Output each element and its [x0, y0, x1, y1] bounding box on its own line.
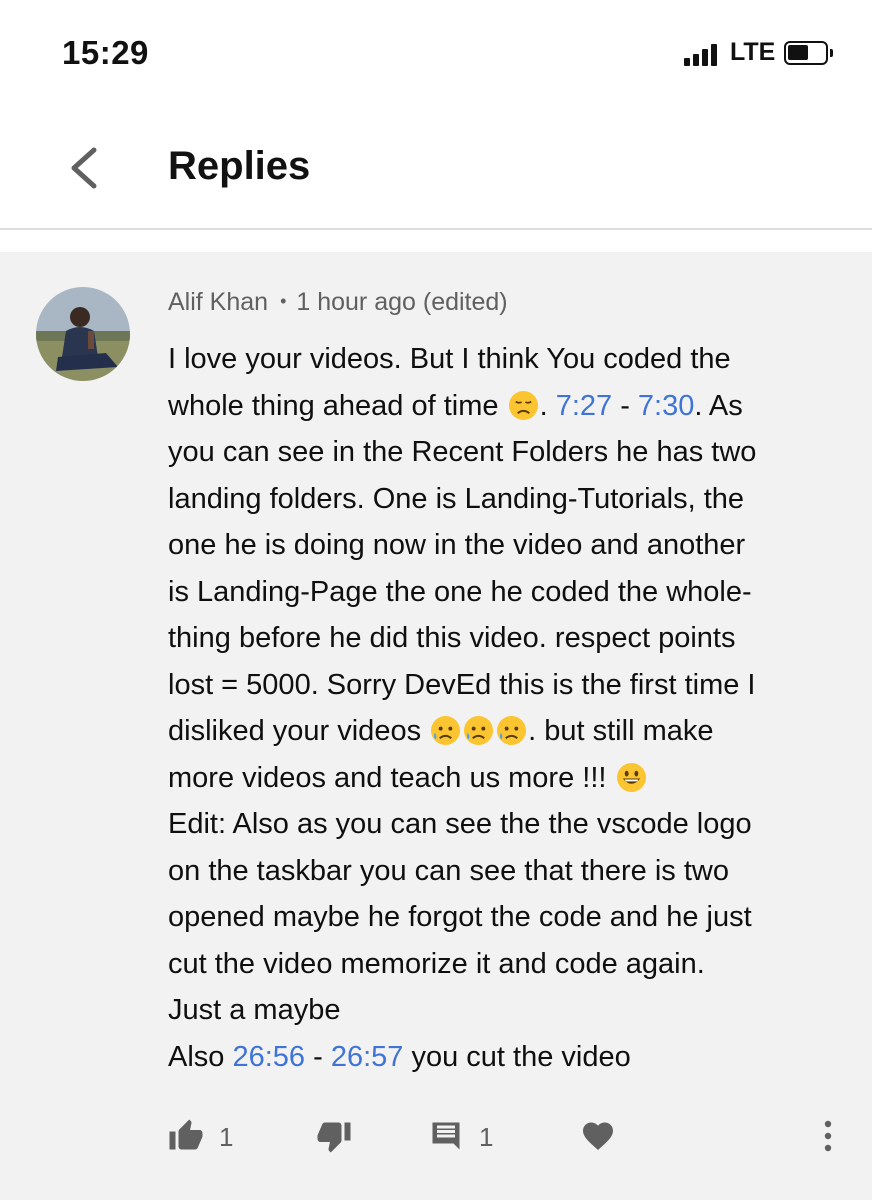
reply-count: 1	[479, 1122, 494, 1152]
more-options-button[interactable]	[814, 1118, 842, 1159]
comment-line: Edit: Also as you can see the the vscode…	[168, 808, 752, 840]
sad-sweat-face-icon	[431, 715, 461, 746]
network-type: LTE	[730, 38, 776, 66]
comment-age: 1 hour ago (edited)	[296, 288, 508, 316]
comment-actions: 1 1	[0, 1112, 872, 1162]
dislike-button[interactable]	[316, 1118, 352, 1159]
page-title: Replies	[168, 144, 311, 188]
timestamp-link[interactable]: 26:57	[331, 1041, 404, 1073]
like-count: 1	[219, 1122, 234, 1152]
status-time: 15:29	[62, 34, 149, 71]
comment-meta: Alif Khan • 1 hour ago (edited)	[168, 288, 508, 317]
timestamp-link[interactable]: 7:27	[556, 390, 612, 422]
comment-line: is Landing-Page the one he coded the who…	[168, 575, 752, 608]
comment-line: cut the video memorize it and code again…	[168, 947, 705, 980]
avatar[interactable]	[36, 287, 130, 381]
back-chevron-icon	[71, 147, 97, 189]
status-bar: 15:29 LTE	[0, 0, 872, 110]
comment-line: opened maybe he forgot the code and he j…	[168, 901, 752, 933]
thumbs-up-icon	[169, 1119, 203, 1150]
comment-line: I love your videos. But I think You code…	[168, 343, 731, 375]
meta-separator: •	[280, 291, 287, 311]
battery-icon	[784, 41, 833, 65]
comment-line: you can see in the Recent Folders he has…	[168, 436, 757, 468]
comment-line: whole thing ahead of time . 7:27 - 7:30.…	[168, 389, 743, 422]
comment-card: Alif Khan • 1 hour ago (edited) I love you…	[0, 252, 872, 1200]
grinning-face-icon	[616, 762, 646, 792]
timestamp-link[interactable]: 26:56	[232, 1041, 305, 1073]
comment-line: lost = 5000. Sorry DevEd this is the fir…	[168, 668, 756, 701]
comment-line: thing before he did this video. respect …	[168, 622, 736, 654]
like-button[interactable]	[168, 1118, 204, 1159]
comment-line: more videos and teach us more !!!	[168, 755, 848, 802]
signal-icon	[684, 44, 724, 66]
sad-sweat-face-icon	[497, 715, 527, 746]
comment-line: one he is doing now in the video and ano…	[168, 529, 746, 561]
author-name[interactable]: Alif Khan	[168, 288, 268, 316]
comment-line: disliked your videos . but still make	[168, 715, 714, 747]
thumbs-down-icon	[317, 1122, 351, 1153]
comment-icon	[432, 1122, 460, 1150]
timestamp-link[interactable]: 7:30	[638, 390, 694, 422]
comment-line: Just a maybe	[168, 994, 341, 1026]
comment-line: Also 26:56 - 26:57 you cut the video	[168, 1040, 631, 1073]
more-vertical-icon	[824, 1120, 832, 1152]
comment-body: I love your videos. But I think You code…	[168, 336, 848, 1080]
comment-line: landing folders. One is Landing-Tutorial…	[168, 482, 745, 515]
heart-icon	[583, 1122, 613, 1151]
disappointed-face-icon	[508, 390, 538, 420]
comment-line: on the taskbar you can see that there is…	[168, 854, 729, 887]
app-header: Replies	[0, 110, 872, 230]
header-divider	[0, 230, 872, 252]
sad-sweat-face-icon	[464, 715, 494, 746]
heart-button[interactable]	[580, 1118, 616, 1159]
back-button[interactable]	[58, 140, 114, 196]
reply-button[interactable]	[428, 1118, 464, 1159]
